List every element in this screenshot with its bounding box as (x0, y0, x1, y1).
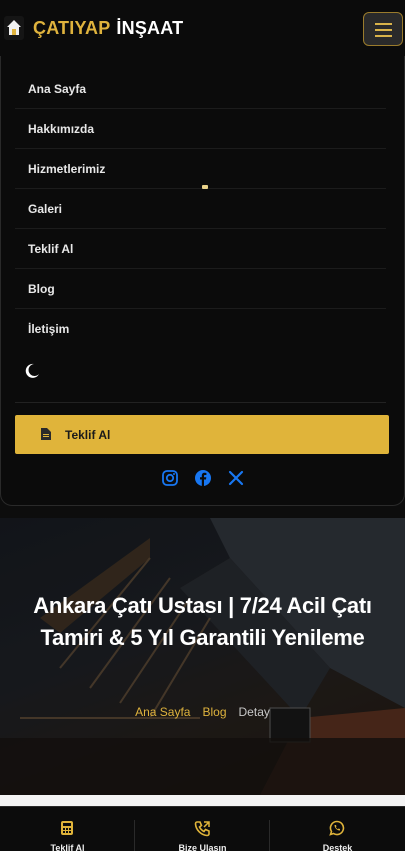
brand-name[interactable]: ÇATIYAP İNŞAAT (33, 18, 183, 39)
quote-cta-label: Teklif Al (65, 428, 111, 442)
nav-item-label: Galeri (28, 202, 63, 216)
hamburger-line (375, 35, 392, 37)
nav-item-services[interactable]: Hizmetlerimiz (15, 149, 386, 189)
breadcrumb: Ana Sayfa Blog Detay (0, 705, 405, 719)
phone-icon (194, 821, 210, 837)
nav-item-home[interactable]: Ana Sayfa (15, 69, 386, 109)
nav-item-label: Hakkımızda (28, 122, 95, 136)
breadcrumb-blog[interactable]: Blog (202, 705, 226, 719)
logo-icon[interactable] (4, 16, 24, 40)
bottom-quote-label: Teklif Al (50, 843, 85, 851)
x-twitter-icon[interactable] (227, 469, 245, 487)
breadcrumb-home[interactable]: Ana Sayfa (135, 705, 190, 719)
nav-item-blog[interactable]: Blog (15, 269, 386, 309)
nav-item-label: Ana Sayfa (28, 82, 87, 96)
bottom-quote-button[interactable]: Teklif Al (0, 807, 135, 851)
menu-toggle-button[interactable] (363, 12, 403, 46)
brand-name-gold: ÇATIYAP (33, 18, 111, 38)
hamburger-line (375, 29, 392, 31)
bottom-action-bar: Teklif Al Bize Ulaşın Destek (0, 806, 405, 851)
bottom-contact-label: Bize Ulaşın (178, 843, 227, 851)
nav-item-gallery[interactable]: Galeri (15, 189, 386, 229)
page-title: Ankara Çatı Ustası | 7/24 Acil Çatı Tami… (33, 593, 372, 650)
dark-mode-toggle[interactable] (23, 362, 41, 385)
content-start (0, 795, 405, 806)
nav-item-quote[interactable]: Teklif Al (15, 229, 386, 269)
facebook-icon[interactable] (194, 469, 212, 487)
bottom-support-label: Destek (322, 843, 353, 851)
document-icon (41, 428, 51, 440)
menu-divider (15, 402, 386, 403)
hero-banner: Ankara Çatı Ustası | 7/24 Acil Çatı Tami… (0, 518, 405, 795)
nav-dropdown: Ana Sayfa Hakkımızda Hizmetlerimiz Galer… (0, 56, 405, 506)
site-header: ÇATIYAP İNŞAAT (0, 0, 405, 56)
hero-overlay (0, 518, 405, 795)
nav-item-contact[interactable]: İletişim (15, 309, 386, 349)
nav-item-label: Teklif Al (28, 242, 74, 256)
bottom-support-button[interactable]: Destek (270, 807, 405, 851)
brand-name-white: İNŞAAT (116, 18, 184, 38)
breadcrumb-current: Detay (238, 705, 270, 719)
calculator-icon (61, 821, 73, 835)
whatsapp-icon (329, 820, 345, 836)
nav-item-label: İletişim (28, 322, 70, 336)
moon-icon (25, 363, 39, 378)
quote-cta-button[interactable]: Teklif Al (15, 415, 389, 454)
nav-item-label: Blog (28, 282, 55, 296)
dropdown-indicator-icon (202, 185, 208, 189)
nav-item-about[interactable]: Hakkımızda (15, 109, 386, 149)
hamburger-line (375, 23, 392, 25)
nav-item-label: Hizmetlerimiz (28, 162, 106, 176)
instagram-icon[interactable] (161, 469, 179, 487)
bottom-contact-button[interactable]: Bize Ulaşın (135, 807, 270, 851)
